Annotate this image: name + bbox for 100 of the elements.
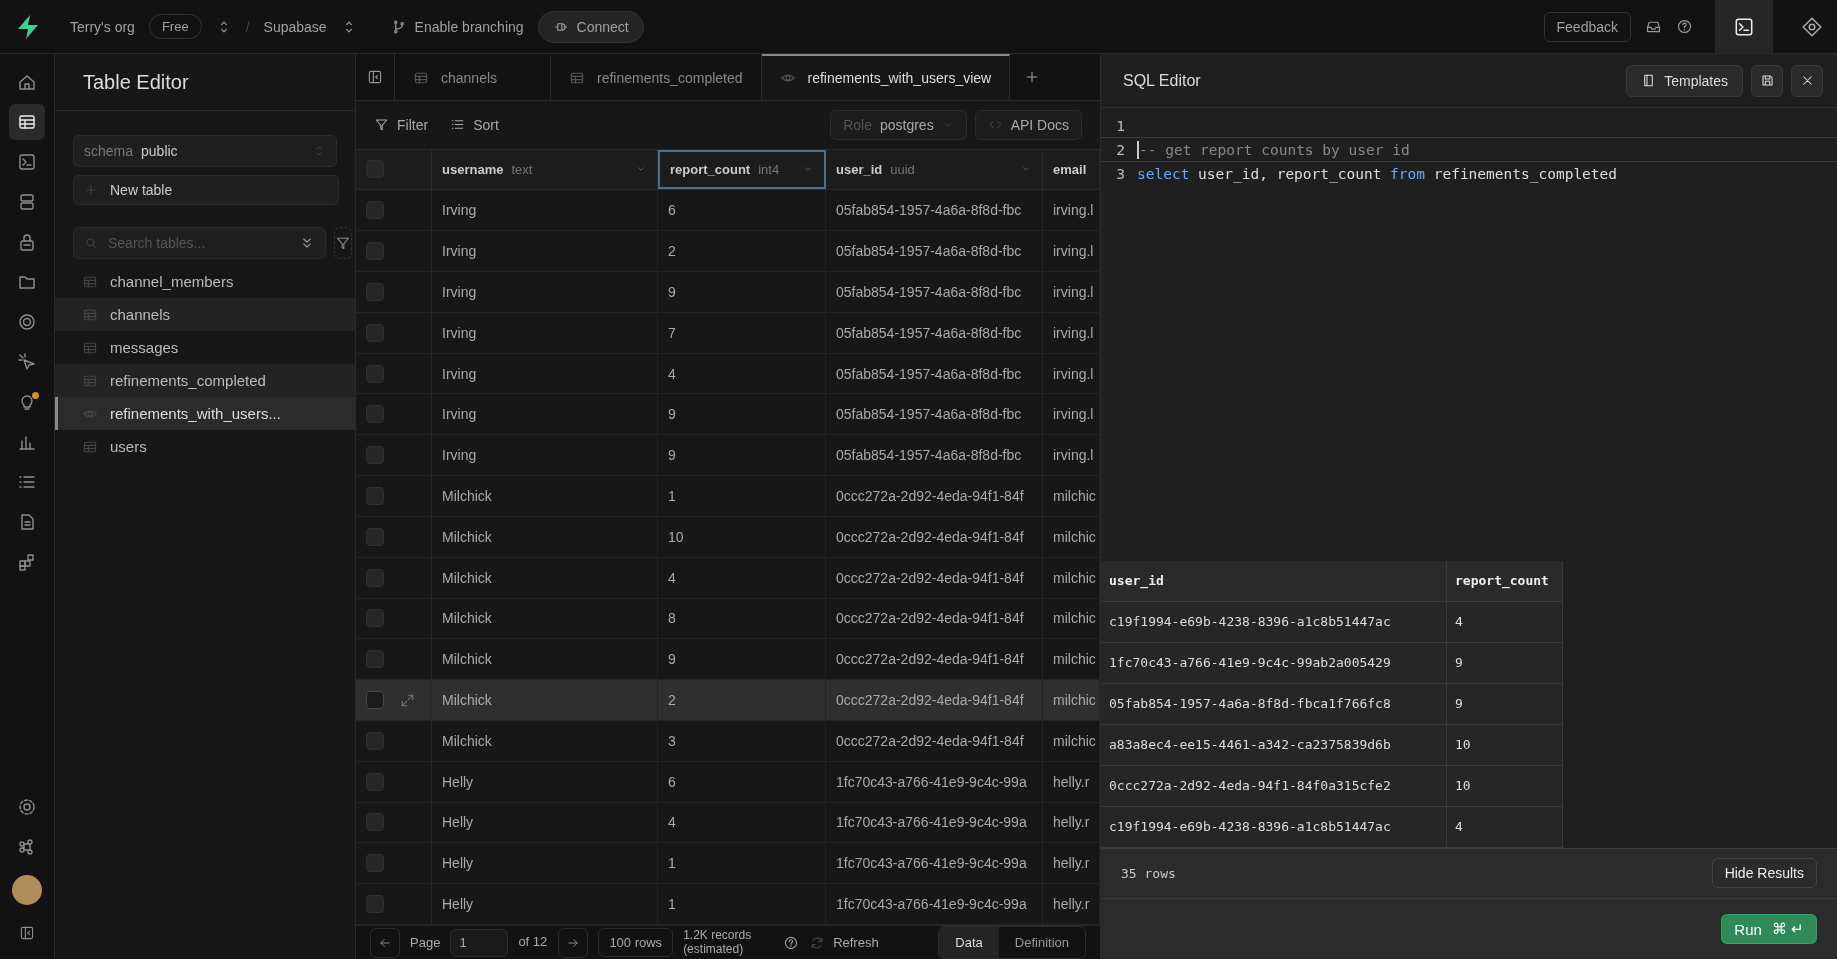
sort-button[interactable]: Sort	[450, 116, 499, 133]
column-header: user_id	[1109, 573, 1164, 589]
sql-editor-toggle[interactable]	[1715, 0, 1773, 53]
row-checkbox[interactable]	[366, 242, 384, 261]
table-cell: 0ccc272a-2d92-4eda-94f1-84f	[836, 732, 1024, 749]
row-checkbox[interactable]	[366, 446, 384, 465]
table-cell: 4	[668, 814, 676, 831]
close-button[interactable]	[1791, 64, 1823, 97]
help-icon[interactable]	[783, 934, 800, 951]
settings-icon[interactable]	[17, 797, 37, 817]
table-cell: Helly	[442, 855, 474, 872]
column-header[interactable]: report_count int4	[658, 149, 826, 190]
table-nav-button[interactable]	[9, 104, 45, 140]
run-button[interactable]: Run ⌘ ↵	[1721, 914, 1817, 944]
view-toggle[interactable]: Data	[939, 927, 999, 958]
row-checkbox[interactable]	[366, 364, 384, 383]
table-cell: milchic	[1053, 610, 1096, 627]
line-number: 2	[1115, 141, 1126, 158]
table-cell: 0ccc272a-2d92-4eda-94f1-84f	[836, 528, 1024, 545]
next-page-button[interactable]	[558, 927, 589, 958]
user-avatar[interactable]	[12, 875, 42, 905]
table-cell: helly.r	[1053, 773, 1090, 790]
result-cell: a83a8ec4-ee15-4461-a342-ca2375839d6b	[1109, 737, 1391, 753]
sql-keyword: from	[1390, 165, 1425, 182]
page-label: Page	[410, 935, 441, 950]
table-list-item[interactable]: refinements_with_users...	[55, 397, 355, 430]
table-cell: 05fab854-1957-4a6a-8f8d-fbc	[836, 283, 1022, 300]
diamond-icon[interactable]	[1801, 15, 1823, 38]
help-icon[interactable]	[1676, 18, 1693, 35]
previous-page-button[interactable]	[370, 927, 400, 958]
expand-icon[interactable]	[400, 692, 415, 708]
table-cell: milchic	[1053, 487, 1096, 504]
refresh-button[interactable]: Refresh	[809, 934, 879, 951]
row-checkbox[interactable]	[366, 731, 384, 750]
save-button[interactable]	[1751, 64, 1783, 97]
table-list-item[interactable]: channel_members	[55, 265, 355, 298]
column-header[interactable]: username text	[432, 149, 658, 190]
table-cell: 3	[668, 732, 676, 749]
table-cell: irving.l	[1053, 324, 1094, 341]
row-checkbox[interactable]	[366, 691, 384, 710]
role-select[interactable]: Role postgres	[830, 109, 967, 140]
table-cell: 7	[668, 324, 676, 341]
result-cell: 9	[1455, 696, 1463, 712]
api-docs-button[interactable]: API Docs	[974, 109, 1082, 140]
sidebar-toggle-icon[interactable]	[19, 925, 35, 941]
row-checkbox[interactable]	[366, 201, 384, 220]
table-cell: Irving	[442, 365, 477, 382]
table-tab[interactable]: refinements_with_users_view	[761, 54, 1011, 100]
feedback-button[interactable]: Feedback	[1543, 11, 1631, 42]
row-count: 35 rows	[1121, 865, 1176, 881]
table-list-item[interactable]: channels	[55, 298, 355, 331]
column-header[interactable]: user_id uuid	[826, 149, 1043, 190]
sidebar-toggle-icon[interactable]	[367, 68, 383, 85]
enable-branching-button[interactable]: Enable branching	[390, 18, 524, 35]
row-checkbox[interactable]	[366, 282, 384, 301]
table-cell: irving.l	[1053, 202, 1094, 219]
filter-button[interactable]: Filter	[374, 116, 429, 133]
table-cell: milchic	[1053, 651, 1096, 668]
table-cell: 05fab854-1957-4a6a-8f8d-fbc	[836, 202, 1022, 219]
row-checkbox[interactable]	[366, 650, 384, 669]
table-cell: Irving	[442, 283, 477, 300]
row-checkbox[interactable]	[366, 813, 384, 832]
table-cell: Helly	[442, 814, 474, 831]
bolt-logo-icon[interactable]	[16, 13, 40, 40]
view-toggle[interactable]: Definition	[998, 927, 1085, 958]
new-table-button[interactable]: New table	[73, 175, 339, 205]
row-checkbox[interactable]	[366, 609, 384, 628]
row-checkbox[interactable]	[366, 772, 384, 791]
project-name[interactable]: Supabase	[263, 18, 327, 35]
filter-button[interactable]	[334, 227, 352, 259]
row-checkbox[interactable]	[366, 323, 384, 342]
table-cell: irving.l	[1053, 406, 1094, 423]
sql-keyword: select	[1137, 165, 1190, 182]
row-checkbox[interactable]	[366, 527, 384, 546]
table-cell: 10	[668, 528, 684, 545]
table-cell: helly.r	[1053, 896, 1090, 913]
connect-button[interactable]: Connect	[537, 10, 644, 43]
schema-select[interactable]: schema public	[73, 135, 337, 167]
row-checkbox[interactable]	[366, 486, 384, 505]
table-cell: Irving	[442, 202, 477, 219]
row-checkbox[interactable]	[366, 568, 384, 587]
rows-per-page-select[interactable]: 100 rows	[598, 928, 674, 957]
result-cell: 10	[1455, 778, 1471, 794]
record-count: 1.2K records (estimated)	[683, 928, 753, 957]
table-list-item[interactable]: refinements_completed	[55, 364, 355, 397]
row-checkbox[interactable]	[366, 895, 384, 914]
column-header: report_count	[1455, 573, 1549, 589]
hide-results-button[interactable]: Hide Results	[1711, 858, 1817, 889]
templates-button[interactable]: Templates	[1626, 64, 1743, 97]
page-input[interactable]: 1	[450, 928, 509, 957]
table-cell: milchic	[1053, 528, 1096, 545]
table-list-item[interactable]: messages	[55, 331, 355, 364]
table-cell: Milchick	[442, 610, 492, 627]
column-header[interactable]: email	[1043, 149, 1100, 190]
table-cell: 05fab854-1957-4a6a-8f8d-fbc	[836, 243, 1022, 260]
row-checkbox[interactable]	[366, 854, 384, 873]
row-checkbox[interactable]	[366, 405, 384, 424]
table-cell: helly.r	[1053, 855, 1090, 872]
table-list-item[interactable]: users	[55, 430, 355, 463]
org-name[interactable]: Terry's org	[70, 18, 135, 35]
